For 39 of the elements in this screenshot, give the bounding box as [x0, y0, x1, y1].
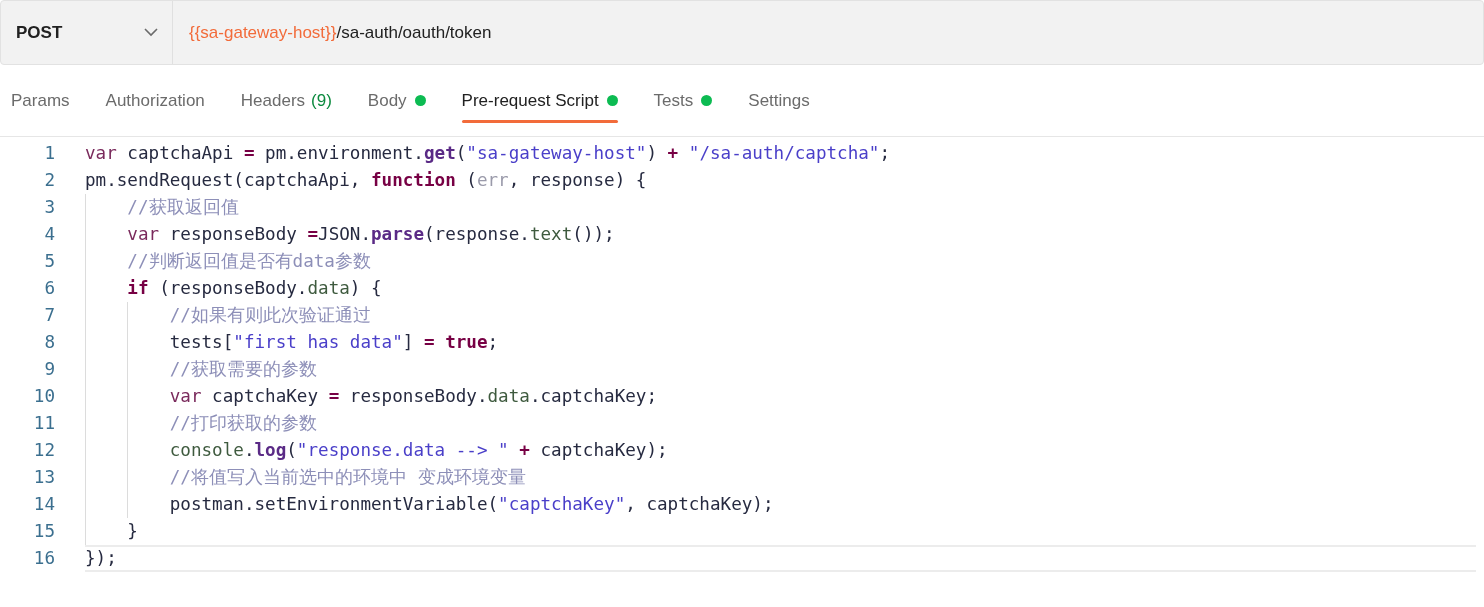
code-line: //获取返回值	[85, 194, 1484, 221]
code-line: //判断返回值是否有data参数	[85, 248, 1484, 275]
code-line: //获取需要的参数	[85, 356, 1484, 383]
line-number: 9	[43, 358, 55, 382]
line-number: 8	[43, 331, 55, 355]
code-line: //如果有则此次验证通过	[85, 302, 1484, 329]
code-line: var captchaApi = pm.environment.get("sa-gateway-host") + "/sa-auth/captcha";	[85, 142, 892, 166]
code-line: pm.sendRequest(captchaApi, function (err, response) {	[85, 169, 648, 193]
line-number: 10	[32, 385, 55, 409]
line-number: 16	[32, 547, 55, 571]
tab[interactable]: Pre-request Script	[461, 65, 618, 136]
line-number: 15	[32, 520, 55, 544]
line-number: 5	[43, 250, 55, 274]
tab[interactable]: Body	[367, 65, 426, 136]
tab[interactable]: Tests	[653, 65, 713, 136]
tab[interactable]: Headers (9)	[240, 65, 332, 136]
code-line: var responseBody =JSON.parse(response.text());	[85, 221, 1484, 248]
tab[interactable]: Params	[11, 65, 70, 136]
tab[interactable]: Authorization	[105, 65, 205, 136]
line-number: 14	[32, 493, 55, 517]
code-line: });	[85, 545, 1476, 572]
tab[interactable]: Settings	[748, 65, 810, 136]
code-line: if (responseBody.data) {	[85, 275, 1484, 302]
line-number: 12	[32, 439, 55, 463]
code-line: var captchaKey = responseBody.data.captchaKey;	[85, 383, 1484, 410]
line-number: 1	[43, 142, 55, 166]
line-number: 13	[32, 466, 55, 490]
line-number: 7	[43, 304, 55, 328]
code-line: console.log("response.data --> " + captchaKey);	[85, 437, 1484, 464]
code-line: postman.setEnvironmentVariable("captchaKey", captchaKey);	[85, 491, 1484, 518]
code-line: //将值写入当前选中的环境中 变成环境变量	[85, 464, 1484, 491]
line-number: 2	[43, 169, 55, 193]
code-line: //打印获取的参数	[85, 410, 1484, 437]
line-number: 6	[43, 277, 55, 301]
line-number: 4	[43, 223, 55, 247]
line-number: 11	[32, 412, 55, 436]
line-number: 3	[43, 196, 55, 220]
code-line: tests["first has data"] = true;	[85, 329, 1484, 356]
code-line: }	[85, 518, 1484, 545]
